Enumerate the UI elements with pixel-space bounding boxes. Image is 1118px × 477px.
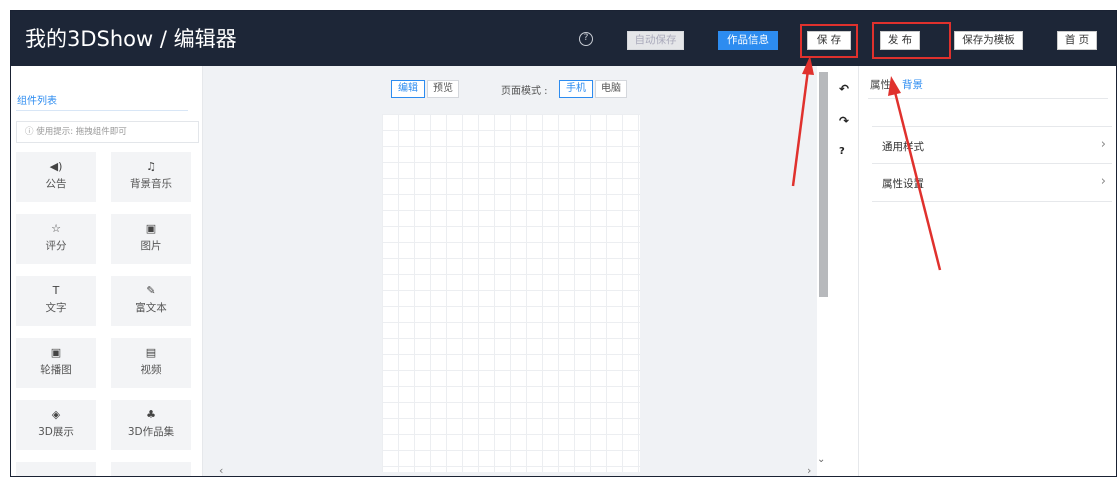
text-icon: T (52, 284, 60, 297)
section-general-style[interactable]: 通用样式 › (872, 126, 1112, 164)
component-label: 视频 (140, 364, 162, 376)
section-property-settings[interactable]: 属性设置 › (872, 164, 1112, 202)
component-video[interactable]: ▤ 视频 (111, 338, 191, 388)
annotation-box-save (800, 24, 858, 58)
question-icon[interactable]: ? (839, 146, 845, 157)
component-carousel[interactable]: ▣ 轮播图 (16, 338, 96, 388)
star-icon: ☆ (51, 222, 61, 235)
section-label: 通用样式 (882, 141, 924, 153)
component-text[interactable]: T 文字 (16, 276, 96, 326)
chevron-right-icon: › (1100, 174, 1106, 189)
home-button[interactable]: 首 页 (1057, 31, 1097, 50)
speaker-icon: ◀) (49, 160, 63, 173)
top-bar: 我的3DShow / 编辑器 ? 自动保存 作品信息 保 存 发 布 保存为模板… (11, 11, 1116, 66)
save-as-template-button[interactable]: 保存为模板 (954, 31, 1023, 50)
app-title: 我的3DShow / 编辑器 (25, 27, 237, 51)
component-label: 3D展示 (38, 426, 74, 438)
tab-properties[interactable]: 属性 (870, 77, 891, 92)
component-label: 公告 (45, 178, 67, 190)
component-label: 评分 (45, 240, 67, 252)
title-underline (16, 110, 188, 111)
tab-preview[interactable]: 预览 (427, 80, 459, 98)
autosave-button[interactable]: 自动保存 (627, 31, 684, 50)
component-label: 3D作品集 (127, 426, 175, 438)
component-label: 文字 (45, 302, 67, 314)
component-notice[interactable]: ◀) 公告 (16, 152, 96, 202)
component-label: 轮播图 (40, 364, 72, 376)
tab-divider (868, 98, 1108, 99)
cubes-icon: ♣ (146, 408, 156, 421)
component-image[interactable]: ▣ 图片 (111, 214, 191, 264)
annotation-box-publish (872, 22, 951, 59)
section-label: 属性设置 (882, 178, 924, 190)
cube-icon: ◈ (51, 408, 61, 421)
tool-column: ↶ ↷ ? (829, 66, 859, 476)
carousel-image-icon: ▣ (50, 346, 62, 359)
mode-pc[interactable]: 电脑 (595, 80, 627, 98)
work-info-button[interactable]: 作品信息 (718, 31, 778, 50)
scroll-down-arrow-icon[interactable]: ⌄ (817, 454, 825, 465)
edit-icon: ✎ (146, 284, 156, 297)
chevron-right-icon: › (1100, 137, 1106, 152)
video-file-icon: ▤ (145, 346, 157, 359)
scroll-right-arrow-icon[interactable]: › (807, 464, 811, 476)
mode-phone[interactable]: 手机 (559, 80, 593, 98)
component-list-title: 组件列表 (17, 96, 57, 107)
tab-edit[interactable]: 编辑 (391, 80, 425, 98)
property-panel: 属性 背景 通用样式 › 属性设置 › (860, 66, 1116, 476)
component-label: 富文本 (135, 302, 167, 314)
vertical-scrollbar[interactable]: ⌄ (817, 66, 829, 476)
component-label: 背景音乐 (130, 178, 172, 190)
music-note-icon: ♫ (146, 160, 156, 173)
scrollbar-thumb[interactable] (819, 72, 828, 297)
component-rich-text[interactable]: ✎ 富文本 (111, 276, 191, 326)
phone-canvas[interactable] (382, 114, 640, 472)
component-bg-music[interactable]: ♫ 背景音乐 (111, 152, 191, 202)
page-mode-label: 页面模式 : (501, 86, 548, 97)
undo-icon[interactable]: ↶ (839, 82, 849, 96)
editor-window: 我的3DShow / 编辑器 ? 自动保存 作品信息 保 存 发 布 保存为模板… (10, 10, 1117, 477)
redo-icon[interactable]: ↷ (839, 114, 849, 128)
usage-hint: ⓘ 使用提示: 拖拽组件即可 (16, 121, 199, 143)
canvas-area: 编辑 预览 页面模式 : 手机 电脑 ‹ › (203, 66, 829, 476)
component-rating[interactable]: ☆ 评分 (16, 214, 96, 264)
help-circle-icon[interactable]: ? (579, 32, 593, 46)
component-partial[interactable] (111, 462, 191, 476)
image-icon: ▣ (145, 222, 157, 235)
component-3d-show[interactable]: ◈ 3D展示 (16, 400, 96, 450)
scroll-left-arrow-icon[interactable]: ‹ (219, 464, 223, 476)
component-label: 图片 (140, 240, 162, 252)
component-partial[interactable] (16, 462, 96, 476)
component-panel: 组件列表 ⓘ 使用提示: 拖拽组件即可 ◀) 公告 ♫ 背景音乐 ☆ 评分 ▣ … (11, 66, 203, 476)
tab-background[interactable]: 背景 (902, 77, 923, 92)
component-3d-collection[interactable]: ♣ 3D作品集 (111, 400, 191, 450)
